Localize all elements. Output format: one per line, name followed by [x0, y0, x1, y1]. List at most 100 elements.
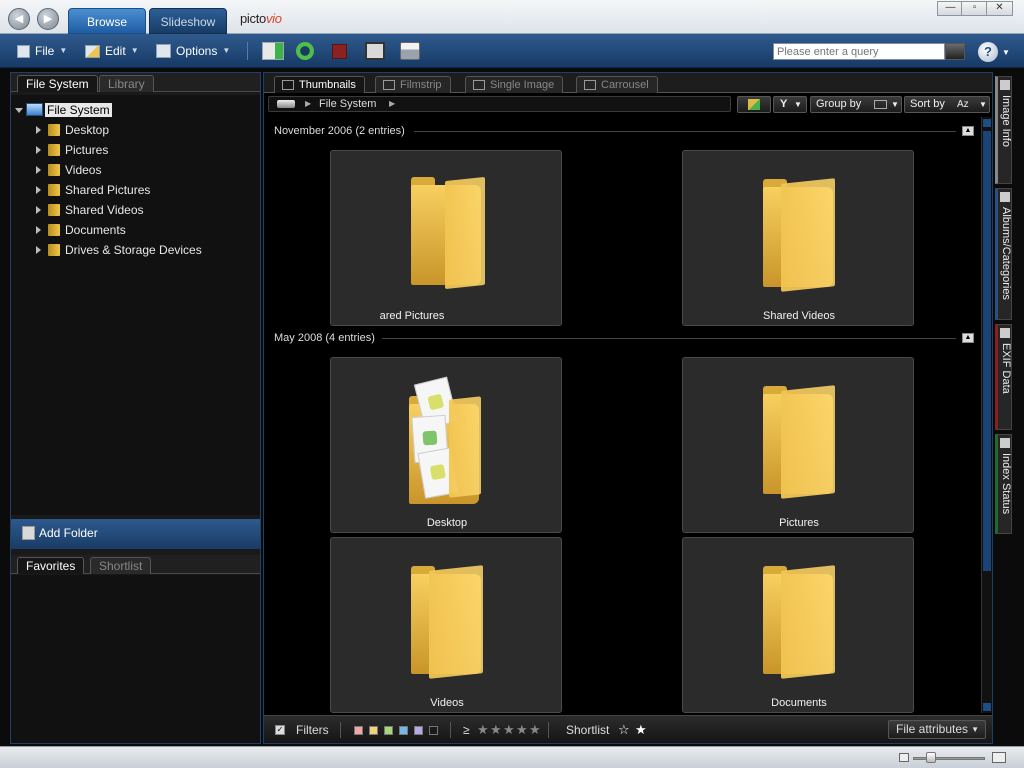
- sidetab-exif[interactable]: EXIF Data: [995, 324, 1012, 430]
- star-icon[interactable]: ★: [516, 716, 528, 744]
- search-input[interactable]: [773, 43, 945, 60]
- star-filled-icon[interactable]: ★: [635, 716, 647, 744]
- vertical-scrollbar[interactable]: [981, 117, 992, 713]
- zoom-slider-handle[interactable]: [926, 752, 936, 763]
- close-icon[interactable]: ✕: [986, 1, 1013, 16]
- tab-favorites[interactable]: Favorites: [17, 557, 85, 574]
- minimize-icon[interactable]: —: [937, 1, 964, 16]
- tree-item-documents[interactable]: Documents: [11, 220, 260, 240]
- sidetab-index-status[interactable]: Index Status: [995, 434, 1012, 534]
- star-outline-icon[interactable]: ☆: [618, 716, 630, 744]
- scroll-up-icon[interactable]: [983, 119, 991, 127]
- edit-menu-label: Edit: [105, 44, 126, 58]
- add-folder-button[interactable]: Add Folder: [11, 519, 260, 549]
- tree-item-desktop[interactable]: Desktop: [11, 120, 260, 140]
- tab-filmstrip[interactable]: Filmstrip: [375, 76, 451, 93]
- rating-operator[interactable]: ≥: [463, 716, 470, 744]
- tab-thumbnails[interactable]: Thumbnails: [274, 76, 365, 93]
- tree-item-shared-pictures[interactable]: Shared Pictures: [11, 180, 260, 200]
- forward-icon[interactable]: ▶: [37, 8, 59, 30]
- thumbnail-card[interactable]: Pictures: [682, 357, 914, 533]
- expand-icon[interactable]: [36, 206, 41, 214]
- color-label-blue[interactable]: [399, 726, 408, 735]
- print-icon[interactable]: [400, 42, 420, 60]
- scroll-down-icon[interactable]: [983, 703, 991, 711]
- maximize-icon[interactable]: ▫: [961, 1, 988, 16]
- expand-icon[interactable]: [36, 246, 41, 254]
- color-label-none[interactable]: [429, 726, 438, 735]
- group-header: November 2006 (2 entries) ▲: [274, 123, 974, 139]
- sidetab-albums[interactable]: Albums/Categories: [995, 188, 1012, 320]
- filter-dropdown[interactable]: Y ▼: [773, 96, 807, 113]
- star-icon[interactable]: ★: [490, 716, 502, 744]
- tree-item-pictures[interactable]: Pictures: [11, 140, 260, 160]
- tab-browse[interactable]: Browse: [68, 8, 146, 34]
- star-icon[interactable]: ★: [503, 716, 515, 744]
- thumbnail-card[interactable]: Desktop: [330, 357, 562, 533]
- tag-filter-button[interactable]: [737, 96, 771, 113]
- tab-library[interactable]: Library: [99, 75, 154, 92]
- collapse-icon[interactable]: ▲: [962, 333, 974, 343]
- color-label-purple[interactable]: [414, 726, 423, 735]
- tab-file-system[interactable]: File System: [17, 75, 98, 92]
- stop-icon[interactable]: [332, 44, 347, 59]
- tree-root[interactable]: File System: [11, 100, 260, 120]
- file-attributes-label: File attributes: [896, 722, 969, 736]
- tab-carrousel[interactable]: Carrousel: [576, 76, 658, 93]
- expand-icon[interactable]: [15, 108, 23, 113]
- breadcrumb[interactable]: ▶ File System ▶: [268, 96, 731, 112]
- favorites-area: [11, 575, 260, 743]
- breadcrumb-item[interactable]: File System: [319, 97, 376, 111]
- zoom-in-icon[interactable]: [992, 752, 1006, 763]
- chevron-right-icon[interactable]: ▶: [389, 97, 395, 111]
- options-menu[interactable]: Options ▼: [156, 42, 230, 60]
- tree-item-drives[interactable]: Drives & Storage Devices: [11, 240, 260, 260]
- chevron-down-icon[interactable]: ▼: [1002, 48, 1010, 57]
- color-label-yellow[interactable]: [369, 726, 378, 735]
- thumbnail-caption: Documents: [771, 697, 827, 709]
- expand-icon[interactable]: [36, 186, 41, 194]
- expand-icon[interactable]: [36, 146, 41, 154]
- back-icon[interactable]: ◀: [8, 8, 30, 30]
- expand-icon[interactable]: [36, 166, 41, 174]
- tree-item-videos[interactable]: Videos: [11, 160, 260, 180]
- sort-az-icon: Az: [957, 99, 969, 110]
- refresh-icon[interactable]: [296, 42, 314, 60]
- collapse-icon[interactable]: ▲: [962, 126, 974, 136]
- import-icon[interactable]: [262, 42, 284, 60]
- scrollbar-thumb[interactable]: [983, 131, 991, 571]
- search-icon[interactable]: [945, 43, 965, 60]
- tab-slideshow[interactable]: Slideshow: [149, 8, 227, 34]
- filters-checkbox[interactable]: ✓: [275, 725, 285, 735]
- thumbnail-card[interactable]: Documents: [682, 537, 914, 713]
- tree-item-shared-videos[interactable]: Shared Videos: [11, 200, 260, 220]
- color-label-green[interactable]: [384, 726, 393, 735]
- chevron-right-icon[interactable]: ▶: [305, 97, 311, 111]
- folder-icon: [409, 376, 489, 506]
- star-icon[interactable]: ★: [529, 716, 541, 744]
- filter-separator: [340, 722, 341, 738]
- group-by-dropdown[interactable]: Group by ▼: [810, 96, 902, 113]
- chevron-down-icon: ▼: [794, 100, 802, 109]
- exif-icon: [1000, 328, 1010, 338]
- color-label-red[interactable]: [354, 726, 363, 735]
- folder-icon: [48, 164, 60, 176]
- tab-single-image[interactable]: Single Image: [465, 76, 564, 93]
- tab-shortlist[interactable]: Shortlist: [90, 557, 152, 574]
- help-icon[interactable]: ?: [978, 42, 998, 62]
- sidetab-image-info[interactable]: Image Info: [995, 76, 1012, 184]
- sort-by-dropdown[interactable]: Sort by Az ▼: [904, 96, 990, 113]
- zoom-out-icon[interactable]: [899, 753, 909, 762]
- fullscreen-icon[interactable]: [365, 42, 385, 60]
- thumbnail-card[interactable]: Videos: [330, 537, 562, 713]
- expand-icon[interactable]: [36, 226, 41, 234]
- thumbnail-card[interactable]: Shared Videos: [682, 150, 914, 326]
- edit-menu[interactable]: Edit ▼: [85, 42, 139, 60]
- file-menu[interactable]: File ▼: [17, 42, 67, 60]
- folder-icon: [411, 176, 491, 297]
- thumbnail-card[interactable]: ared Pictures: [330, 150, 562, 326]
- file-attributes-dropdown[interactable]: File attributes ▼: [888, 720, 986, 739]
- expand-icon[interactable]: [36, 126, 41, 134]
- zoom-slider[interactable]: [913, 757, 985, 760]
- star-icon[interactable]: ★: [477, 716, 489, 744]
